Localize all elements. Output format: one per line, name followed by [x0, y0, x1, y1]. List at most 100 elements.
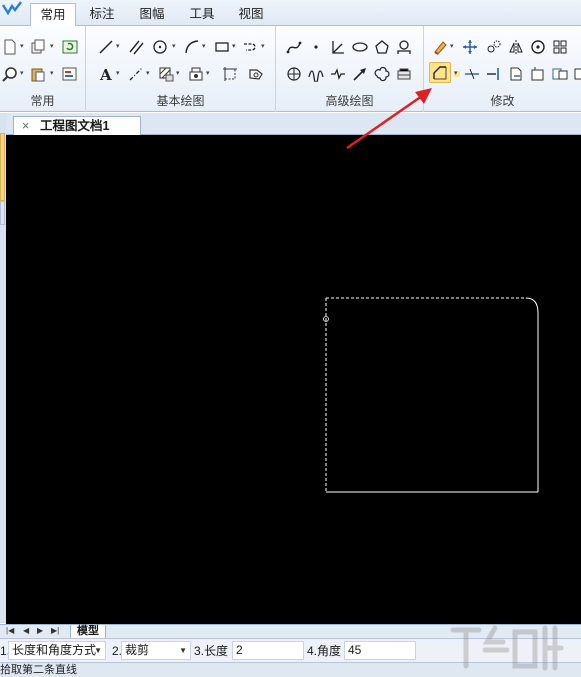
svg-text:A: A: [99, 66, 112, 82]
new-file-icon[interactable]: [0, 37, 19, 56]
block-icon[interactable]: [186, 64, 205, 83]
trim-mode-select[interactable]: 裁剪 ▼: [121, 641, 191, 660]
angle-input[interactable]: 45: [344, 641, 416, 660]
extend-icon[interactable]: [484, 64, 503, 83]
app-logo-icon[interactable]: [2, 1, 22, 15]
first-tab-icon[interactable]: |◀: [6, 626, 14, 635]
chamfer-dropdown-icon[interactable]: ▾: [454, 70, 460, 77]
last-tab-icon[interactable]: ▶|: [51, 626, 59, 635]
ellipse-icon[interactable]: [350, 37, 369, 56]
zoom-dropdown-icon[interactable]: ▾: [20, 70, 26, 77]
move-icon[interactable]: [460, 37, 479, 56]
stretch-icon[interactable]: [506, 64, 525, 83]
chamfer-mode-value: 长度和角度方式: [12, 643, 97, 657]
centerline-dropdown-icon[interactable]: ▾: [146, 70, 152, 77]
line-icon[interactable]: [96, 37, 115, 56]
annotation-arrow-icon: [346, 88, 432, 150]
group-basic-draw: ▾ ▾ ▾ ▾ ▾ A ▾ ▾ ▾ ▾ 基本绘图: [86, 26, 276, 112]
array-icon[interactable]: [550, 37, 569, 56]
document-tab-strip: × 工程图文档1: [6, 113, 581, 135]
eraser-dropdown-icon[interactable]: ▾: [450, 43, 456, 50]
chevron-down-icon[interactable]: ▼: [179, 642, 187, 659]
gear-draw-icon[interactable]: [394, 64, 413, 83]
tab-frame[interactable]: 图幅: [130, 3, 174, 26]
region-icon[interactable]: [246, 64, 265, 83]
length-input[interactable]: 2: [232, 641, 304, 660]
ribbon-panel: ▾ ▾ ▾ ▾ 常用 ▾ ▾ ▾ ▾ ▾ A ▾ ▾ ▾ ▾ 基本绘图 高级绘图…: [0, 26, 581, 112]
line-dropdown-icon[interactable]: ▾: [116, 43, 122, 50]
copy-icon[interactable]: [28, 37, 47, 56]
document-tab-title: 工程图文档1: [40, 119, 110, 133]
new-file-dropdown-icon[interactable]: ▾: [20, 43, 26, 50]
refresh-doc-icon[interactable]: [60, 37, 79, 56]
model-tab[interactable]: 模型: [70, 625, 106, 639]
group-modify: ▾ ▾ 修改: [424, 26, 581, 112]
arrow-tool-icon[interactable]: [350, 64, 369, 83]
text-dropdown-icon[interactable]: ▾: [116, 70, 122, 77]
trim-mode-value: 裁剪: [125, 643, 150, 657]
hatch-icon[interactable]: [156, 64, 175, 83]
trim-icon[interactable]: [462, 64, 481, 83]
length-value: 2: [236, 643, 243, 657]
document-tab[interactable]: × 工程图文档1: [13, 116, 141, 135]
tab-tools[interactable]: 工具: [180, 3, 224, 26]
paste-icon[interactable]: [28, 64, 47, 83]
arc-icon[interactable]: [182, 37, 201, 56]
drawing-canvas[interactable]: [6, 135, 581, 624]
tab-common[interactable]: 常用: [30, 3, 76, 27]
break-line-icon[interactable]: [328, 64, 347, 83]
chevron-down-icon[interactable]: ▼: [94, 642, 102, 659]
close-tab-icon[interactable]: ×: [22, 117, 29, 135]
break-icon[interactable]: [550, 64, 569, 83]
paste-dropdown-icon[interactable]: ▾: [50, 70, 56, 77]
status-prompt: 拾取第二条直线: [0, 664, 77, 676]
zoom-icon[interactable]: [0, 64, 19, 83]
eraser-icon[interactable]: [430, 37, 449, 56]
text-icon[interactable]: A: [96, 64, 115, 83]
copy-objects-icon[interactable]: [484, 37, 503, 56]
circle-dropdown-icon[interactable]: ▾: [172, 43, 178, 50]
explode-icon[interactable]: [570, 64, 581, 83]
angle-label: 4.角度: [307, 644, 342, 658]
group-common: ▾ ▾ ▾ ▾ 常用: [0, 26, 86, 112]
watermark-logo-icon: [450, 625, 564, 671]
pie-icon[interactable]: [284, 64, 303, 83]
arc-dropdown-icon[interactable]: ▾: [202, 43, 208, 50]
offset-curve-icon[interactable]: [240, 37, 259, 56]
rotate-icon[interactable]: [528, 37, 547, 56]
spline-icon[interactable]: [284, 37, 303, 56]
angle-value: 45: [348, 643, 362, 657]
dashed-rect-icon[interactable]: [220, 64, 239, 83]
wave-line-icon[interactable]: [306, 64, 325, 83]
rectangle-dropdown-icon[interactable]: ▾: [232, 43, 238, 50]
group-common-title: 常用: [30, 94, 55, 108]
copy-dropdown-icon[interactable]: ▾: [50, 43, 56, 50]
length-label: 3.长度: [194, 644, 229, 658]
drawing-svg: [323, 297, 539, 493]
chamfer-icon[interactable]: [429, 62, 451, 83]
circle-icon[interactable]: [150, 37, 169, 56]
rectangle-icon[interactable]: [212, 37, 231, 56]
rectangle-shape[interactable]: [325, 297, 539, 493]
tab-annotate[interactable]: 标注: [80, 3, 124, 26]
angle-line-icon[interactable]: [328, 37, 347, 56]
chamfer-mode-select[interactable]: 长度和角度方式 ▼: [8, 641, 106, 660]
polygon-icon[interactable]: [372, 37, 391, 56]
tab-view[interactable]: 视图: [229, 3, 273, 26]
scale-icon[interactable]: [528, 64, 547, 83]
group-basic-draw-title: 基本绘图: [156, 94, 205, 108]
hatch-dropdown-icon[interactable]: ▾: [176, 70, 182, 77]
prev-tab-icon[interactable]: ◀: [23, 626, 29, 635]
cloud-line-icon[interactable]: [372, 64, 391, 83]
block-dropdown-icon[interactable]: ▾: [206, 70, 212, 77]
ribbon-tab-bar: 常用 标注 图幅 工具 视图: [0, 0, 581, 27]
centerline-icon[interactable]: [126, 64, 145, 83]
mirror-icon[interactable]: [506, 37, 525, 56]
parallel-line-icon[interactable]: [126, 37, 145, 56]
group-modify-title: 修改: [490, 94, 515, 108]
point-icon[interactable]: [306, 37, 325, 56]
properties-icon[interactable]: [60, 64, 79, 83]
offset-dropdown-icon[interactable]: ▾: [261, 43, 267, 50]
next-tab-icon[interactable]: ▶: [37, 626, 43, 635]
hole-icon[interactable]: [394, 37, 413, 56]
